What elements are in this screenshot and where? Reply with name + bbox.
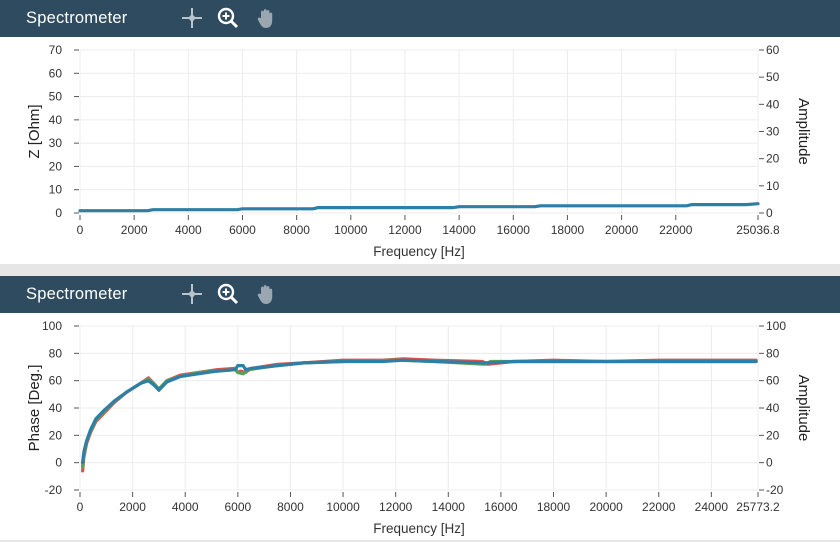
x-tick-label: 2000 xyxy=(119,500,146,514)
y2-tick-label: 20 xyxy=(766,428,780,442)
y2-tick-label: -20 xyxy=(766,483,784,497)
y2-axis-title: Amplitude xyxy=(795,375,812,442)
y-tick-label: 40 xyxy=(49,401,63,415)
x-tick-label: 14000 xyxy=(432,500,466,514)
y-tick-label: 40 xyxy=(49,113,63,127)
x-tick-label: 2000 xyxy=(121,223,148,237)
x-tick-label: 20000 xyxy=(605,223,639,237)
y2-tick-label: 0 xyxy=(766,456,773,470)
y-tick-label: 70 xyxy=(49,43,63,57)
hand-pan-icon[interactable] xyxy=(254,6,278,30)
x-tick-label: 0 xyxy=(77,500,84,514)
y-tick-label: 20 xyxy=(49,428,63,442)
y-tick-label: 30 xyxy=(49,136,63,150)
series-line xyxy=(78,202,760,213)
panel-title: Spectrometer xyxy=(26,9,128,27)
y-tick-label: 0 xyxy=(55,456,62,470)
hand-pan-icon[interactable] xyxy=(254,282,278,306)
x-tick-label: 20000 xyxy=(589,500,623,514)
y2-tick-label: 100 xyxy=(766,319,786,333)
y2-tick-label: 60 xyxy=(766,374,780,388)
zoom-in-icon[interactable] xyxy=(216,282,240,306)
x-tick-label: 6000 xyxy=(224,500,251,514)
zoom-in-icon[interactable] xyxy=(216,6,240,30)
impedance-chart[interactable]: 0 10 20 30 40 50 60 70 0 10 20 30 40 50 60 0 2000 4000 600… xyxy=(0,37,840,264)
y2-tick-label: 50 xyxy=(766,70,780,84)
y-tick-label: 20 xyxy=(49,159,63,173)
x-tick-label: 10000 xyxy=(326,500,360,514)
y2-axis-title: Amplitude xyxy=(795,98,812,165)
y-axis-title: Phase [Deg.] xyxy=(26,365,43,452)
x-tick-label: 25773.2 xyxy=(736,500,780,514)
y2-tick-label: 30 xyxy=(766,125,780,139)
y-tick-label: 100 xyxy=(42,319,62,333)
x-tick-label: 22000 xyxy=(659,223,693,237)
x-tick-label: 0 xyxy=(77,223,84,237)
x-tick-label: 16000 xyxy=(497,223,531,237)
x-tick-label: 16000 xyxy=(484,500,518,514)
x-tick-label: 8000 xyxy=(283,223,310,237)
y2-tick-label: 10 xyxy=(766,179,780,193)
x-tick-label: 18000 xyxy=(537,500,571,514)
x-axis-title: Frequency [Hz] xyxy=(373,244,465,259)
x-tick-label: 14000 xyxy=(442,223,476,237)
y-tick-label: 60 xyxy=(49,66,63,80)
x-tick-label: 24000 xyxy=(695,500,729,514)
x-tick-label: 4000 xyxy=(175,223,202,237)
y-tick-label: 60 xyxy=(49,374,63,388)
x-tick-label: 4000 xyxy=(172,500,199,514)
panel-header: Spectrometer xyxy=(0,276,840,313)
y2-tick-label: 40 xyxy=(766,97,780,111)
x-axis-title: Frequency [Hz] xyxy=(373,521,465,536)
phase-chart[interactable]: -20 0 20 40 60 80 100 -20 0 20 40 60 80 100 0 2000 4000 6… xyxy=(0,313,840,540)
y-tick-label: -20 xyxy=(45,483,63,497)
series-line xyxy=(80,358,758,465)
spectrometer-panel-top: Spectrometer 0 10 20 30 40 50 60 70 0 10 20 30 40 50 6… xyxy=(0,0,840,264)
x-tick-label: 18000 xyxy=(551,223,585,237)
y2-tick-label: 40 xyxy=(766,401,780,415)
y2-tick-label: 80 xyxy=(766,346,780,360)
y-axis-title: Z [Ohm] xyxy=(26,104,43,158)
panel-header: Spectrometer xyxy=(0,0,840,37)
y2-tick-label: 0 xyxy=(766,206,773,220)
x-tick-label: 22000 xyxy=(642,500,676,514)
x-tick-label: 6000 xyxy=(229,223,256,237)
x-tick-label: 25036.8 xyxy=(736,223,780,237)
y-tick-label: 50 xyxy=(49,90,63,104)
panel-title: Spectrometer xyxy=(26,285,128,303)
y2-tick-label: 60 xyxy=(766,43,780,57)
y-tick-label: 80 xyxy=(49,346,63,360)
y2-tick-label: 20 xyxy=(766,152,780,166)
crosshair-icon[interactable] xyxy=(180,6,204,30)
x-tick-label: 8000 xyxy=(277,500,304,514)
y-tick-label: 0 xyxy=(55,206,62,220)
spectrometer-panel-bottom: Spectrometer -20 0 20 40 60 80 100 -20 0 20 40 60 80… xyxy=(0,276,840,540)
crosshair-icon[interactable] xyxy=(180,282,204,306)
x-tick-label: 10000 xyxy=(334,223,368,237)
x-tick-label: 12000 xyxy=(388,223,422,237)
y-tick-label: 10 xyxy=(49,183,63,197)
x-tick-label: 12000 xyxy=(379,500,413,514)
